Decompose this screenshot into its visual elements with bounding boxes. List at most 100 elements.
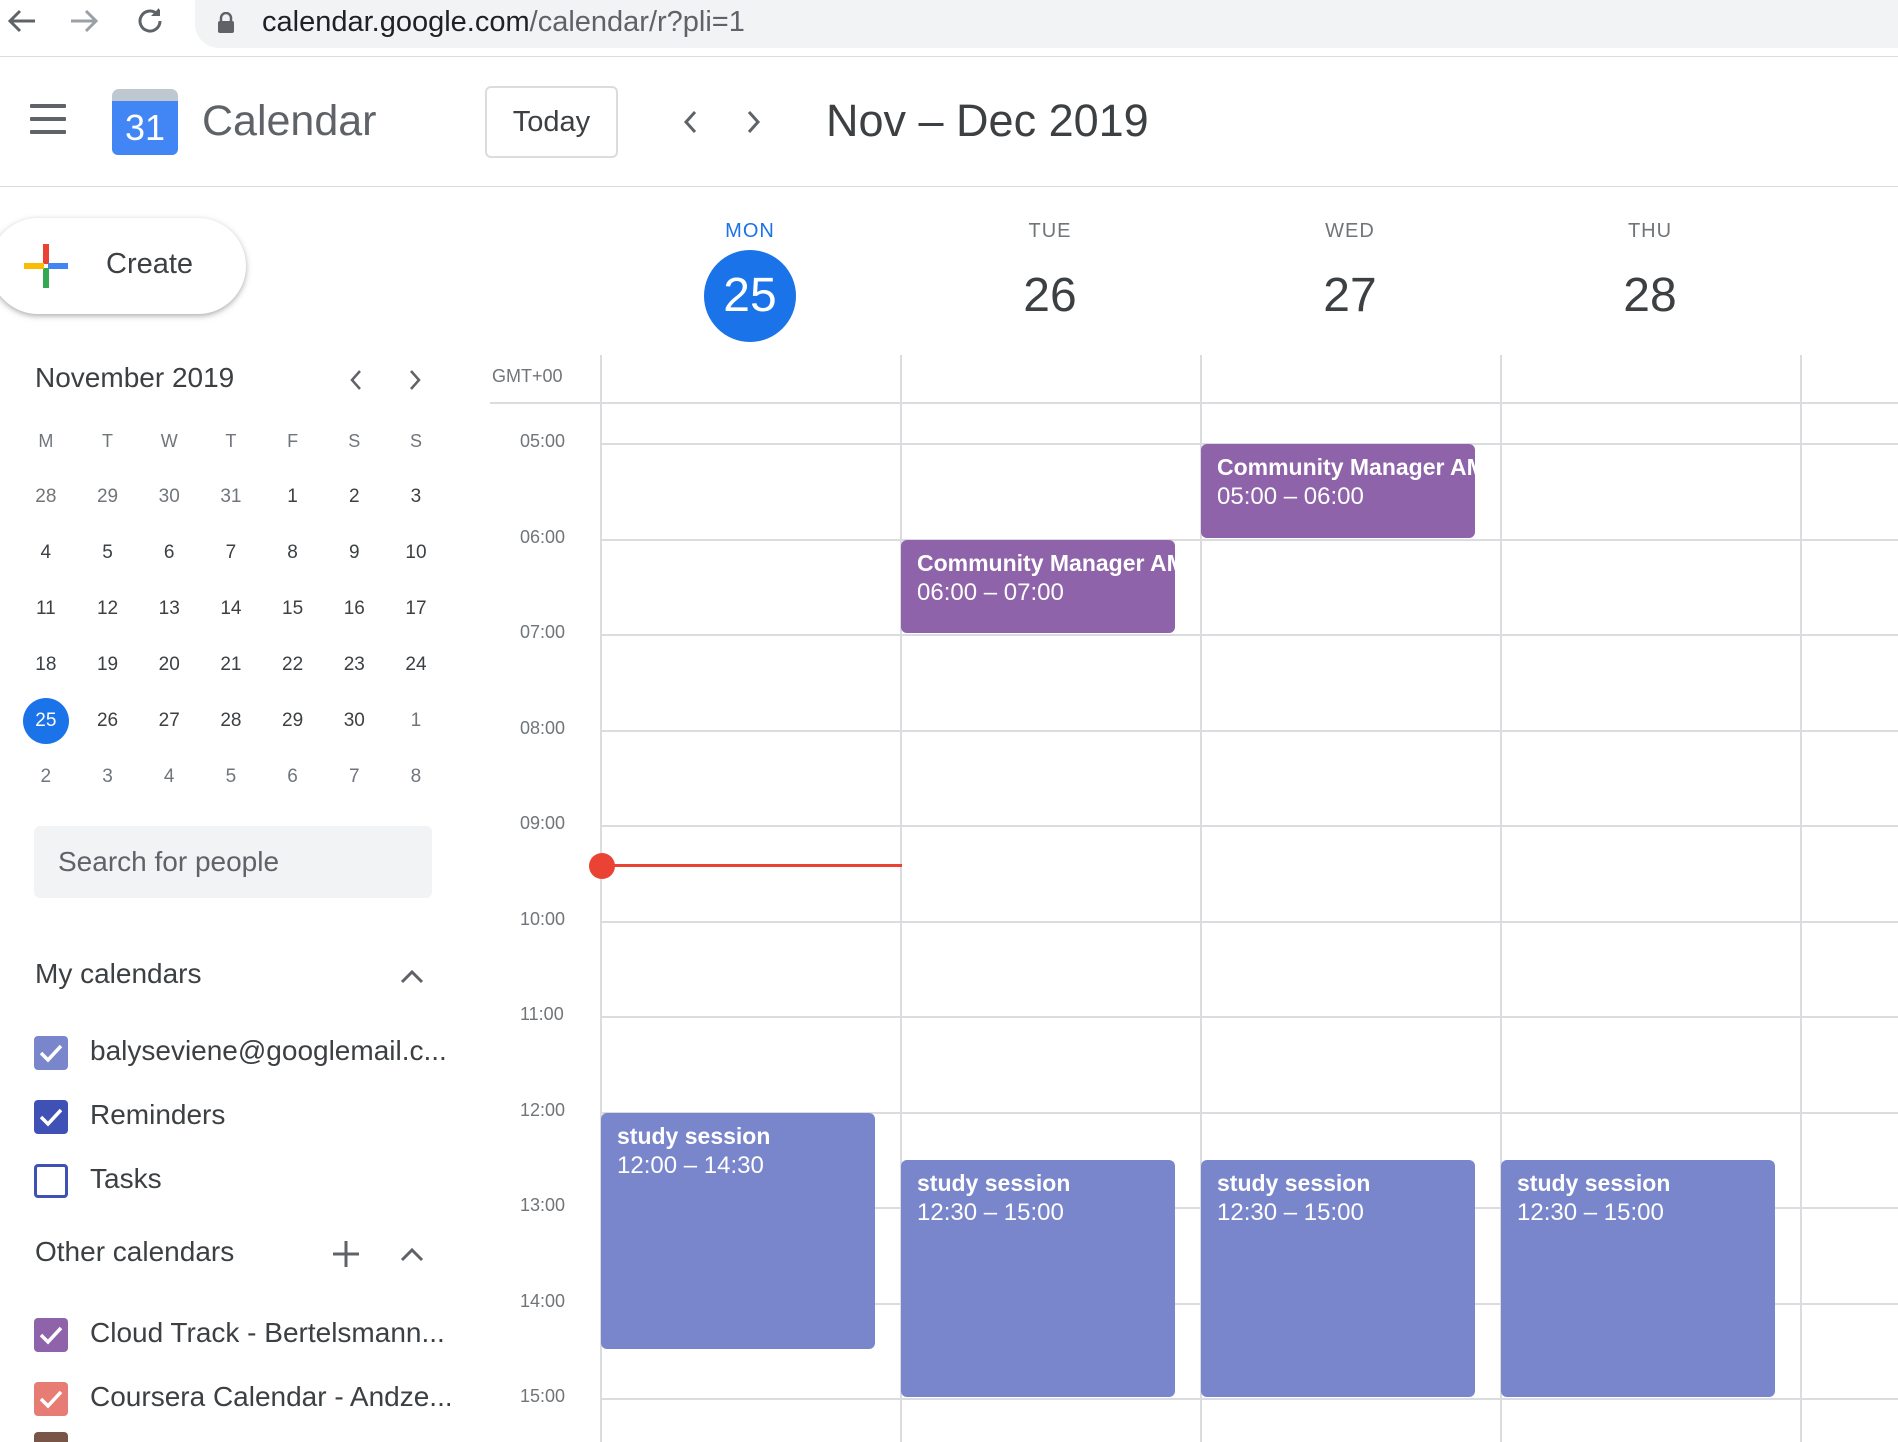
mini-calendar-day[interactable]: 19 <box>77 637 139 693</box>
mini-calendar-day[interactable]: 17 <box>385 581 447 637</box>
mini-calendar-day[interactable]: 7 <box>200 525 262 581</box>
event-time: 12:30 – 15:00 <box>917 1199 1064 1227</box>
calendar-list-item[interactable]: balyseviene@googlemail.c... <box>34 1029 454 1079</box>
url-host: calendar.google.com <box>262 6 530 38</box>
mini-calendar-day[interactable]: 18 <box>15 637 77 693</box>
mini-calendar-day[interactable]: 12 <box>77 581 139 637</box>
mini-calendar-day[interactable]: 30 <box>323 693 385 749</box>
mini-calendar-day[interactable]: 26 <box>77 693 139 749</box>
mini-calendar-day[interactable]: 22 <box>262 637 324 693</box>
checkbox-checked-icon[interactable] <box>34 1100 68 1134</box>
mini-calendar-day[interactable]: 4 <box>15 525 77 581</box>
mini-calendar-day[interactable]: 9 <box>323 525 385 581</box>
day-number[interactable]: 26 <box>1004 250 1096 342</box>
day-header[interactable]: WED 27 <box>1200 220 1500 342</box>
lock-icon <box>217 11 235 39</box>
mini-calendar-day[interactable]: 20 <box>138 637 200 693</box>
mini-calendar-day[interactable]: 3 <box>77 749 139 805</box>
app-header: 31 Calendar Today Nov – Dec 2019 <box>0 57 1898 187</box>
mini-calendar-day[interactable]: 29 <box>77 469 139 525</box>
app-title: Calendar <box>202 97 377 145</box>
mini-calendar-day[interactable]: 27 <box>138 693 200 749</box>
mini-calendar-day[interactable]: 1 <box>385 693 447 749</box>
day-header[interactable]: THU 28 <box>1500 220 1800 342</box>
checkbox-unchecked-icon[interactable] <box>34 1164 68 1198</box>
hour-label: 15:00 <box>520 1386 566 1406</box>
mini-calendar-day[interactable]: 2 <box>15 749 77 805</box>
calendar-event[interactable]: Community Manager AM 06:00 – 07:00 <box>901 539 1175 633</box>
mini-calendar-day[interactable]: 10 <box>385 525 447 581</box>
calendar-event[interactable]: study session 12:30 – 15:00 <box>1201 1160 1475 1397</box>
mini-calendar-day[interactable]: 8 <box>385 749 447 805</box>
mini-calendar-day[interactable]: 28 <box>15 469 77 525</box>
collapse-my-calendars-icon[interactable] <box>392 957 432 997</box>
calendar-list-item[interactable]: Reminders <box>34 1093 454 1143</box>
back-icon[interactable] <box>0 0 44 42</box>
mini-next-month-icon[interactable] <box>395 360 435 400</box>
calendar-logo[interactable]: 31 <box>112 89 178 155</box>
next-week-icon[interactable] <box>729 97 779 147</box>
calendar-event[interactable]: study session 12:30 – 15:00 <box>901 1160 1175 1397</box>
mini-calendar-day[interactable]: 7 <box>323 749 385 805</box>
mini-calendar-day[interactable]: 21 <box>200 637 262 693</box>
calendar-event[interactable]: Community Manager AM 05:00 – 06:00 <box>1201 444 1475 538</box>
mini-calendar-day[interactable]: 28 <box>200 693 262 749</box>
mini-calendar-day[interactable]: 5 <box>77 525 139 581</box>
calendar-event[interactable]: study session 12:00 – 14:30 <box>601 1112 875 1350</box>
previous-week-icon[interactable] <box>665 97 715 147</box>
create-button[interactable]: Create <box>0 218 246 314</box>
my-calendars-title: My calendars <box>35 958 202 989</box>
hour-label: 13:00 <box>520 1195 566 1215</box>
day-number[interactable]: 28 <box>1604 250 1696 342</box>
main-menu-icon[interactable] <box>28 104 68 134</box>
mini-calendar-day[interactable]: 14 <box>200 581 262 637</box>
collapse-other-calendars-icon[interactable] <box>392 1235 432 1275</box>
calendar-event[interactable]: study session 12:30 – 15:00 <box>1501 1160 1775 1397</box>
address-bar[interactable]: calendar.google.com/calendar/r?pli=1 <box>195 0 1898 48</box>
checkbox-checked-icon[interactable] <box>34 1036 68 1070</box>
calendar-list-item[interactable]: Coursera Calendar - Andze... <box>34 1375 454 1425</box>
mini-calendar-day[interactable]: 3 <box>385 469 447 525</box>
mini-calendar-day[interactable]: 13 <box>138 581 200 637</box>
mini-calendar-day[interactable]: 15 <box>262 581 324 637</box>
checkbox-checked-icon[interactable] <box>34 1382 68 1416</box>
mini-calendar-day[interactable]: 2 <box>323 469 385 525</box>
mini-calendar-day[interactable]: 1 <box>262 469 324 525</box>
mini-calendar-day[interactable]: 31 <box>200 469 262 525</box>
mini-calendar-day[interactable]: 4 <box>138 749 200 805</box>
calendar-list-item[interactable]: Tasks <box>34 1157 454 1207</box>
mini-calendar-day[interactable]: 23 <box>323 637 385 693</box>
day-header[interactable]: MON 25 <box>600 220 900 342</box>
hour-line <box>600 1398 1898 1400</box>
mini-prev-month-icon[interactable] <box>336 360 376 400</box>
url-path: /calendar/r?pli=1 <box>529 6 745 38</box>
checkbox-checked-icon[interactable] <box>34 1318 68 1352</box>
day-of-week: TUE <box>1028 220 1072 242</box>
mini-calendar-day[interactable]: 6 <box>138 525 200 581</box>
forward-icon[interactable] <box>62 0 106 42</box>
calendar-checkbox-partial[interactable] <box>34 1432 68 1442</box>
today-button[interactable]: Today <box>485 86 618 158</box>
day-header[interactable]: TUE 26 <box>900 220 1200 342</box>
url-text: calendar.google.com/calendar/r?pli=1 <box>262 6 745 39</box>
reload-icon[interactable] <box>128 0 172 42</box>
mini-calendar-day[interactable]: 11 <box>15 581 77 637</box>
mini-calendar-day[interactable]: 25 <box>15 693 77 749</box>
hour-label: 11:00 <box>520 1004 564 1024</box>
day-number[interactable]: 25 <box>704 250 796 342</box>
calendar-list-item[interactable]: Cloud Track - Bertelsmann... <box>34 1311 454 1361</box>
mini-weekday-label: S <box>348 431 361 451</box>
mini-calendar-day[interactable]: 6 <box>262 749 324 805</box>
day-number[interactable]: 27 <box>1304 250 1396 342</box>
mini-calendar-day[interactable]: 29 <box>262 693 324 749</box>
event-time: 05:00 – 06:00 <box>1217 483 1364 510</box>
add-calendar-icon[interactable] <box>326 1234 366 1274</box>
mini-calendar-day[interactable]: 24 <box>385 637 447 693</box>
search-people-input[interactable] <box>34 826 432 898</box>
mini-calendar-day[interactable]: 5 <box>200 749 262 805</box>
mini-calendar-day[interactable]: 8 <box>262 525 324 581</box>
search-people-box[interactable] <box>34 826 432 898</box>
calendar-name: Cloud Track - Bertelsmann... <box>90 1317 445 1348</box>
mini-calendar-day[interactable]: 30 <box>138 469 200 525</box>
mini-calendar-day[interactable]: 16 <box>323 581 385 637</box>
